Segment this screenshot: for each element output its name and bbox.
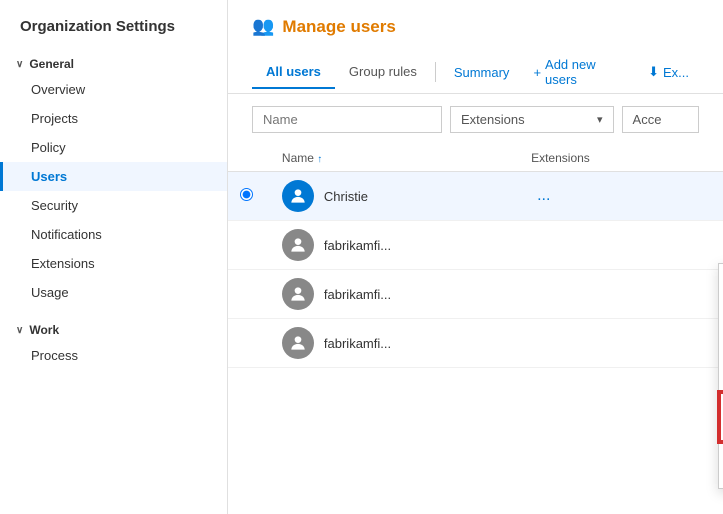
context-menu: ✏Change access level✏Manage projects✏Man… bbox=[718, 263, 723, 489]
col-name-label: Name bbox=[282, 151, 314, 165]
main-content: 👥 Manage users All usersGroup rules Summ… bbox=[228, 0, 723, 514]
sidebar-item-overview[interactable]: Overview bbox=[0, 75, 227, 104]
access-filter[interactable]: Acce bbox=[622, 106, 699, 133]
col-name-header[interactable]: Name ↑ bbox=[270, 145, 519, 172]
user-name: Christie bbox=[324, 189, 368, 204]
menu-item-change-access[interactable]: ✏Change access level bbox=[719, 264, 723, 296]
sidebar-item-users[interactable]: Users bbox=[0, 162, 227, 191]
avatar bbox=[282, 278, 314, 310]
col-extensions-label: Extensions bbox=[531, 151, 590, 165]
manage-users-icon: 👥 bbox=[252, 16, 274, 37]
filters-row: Extensions ▾ Acce bbox=[228, 94, 723, 145]
col-radio bbox=[228, 145, 270, 172]
col-extensions-header: Extensions bbox=[519, 145, 723, 172]
extensions-filter[interactable]: Extensions ▾ bbox=[450, 106, 614, 133]
sidebar-item-security[interactable]: Security bbox=[0, 191, 227, 220]
page-header-title-row: 👥 Manage users bbox=[252, 16, 699, 37]
chevron-icon: ∨ bbox=[16, 59, 23, 70]
row-actions-button[interactable]: ... bbox=[531, 185, 556, 206]
table-row: Christie... bbox=[228, 172, 723, 221]
sidebar-item-usage[interactable]: Usage bbox=[0, 278, 227, 307]
menu-item-resend-invite[interactable]: ➤Resend invite bbox=[719, 360, 723, 392]
users-table-container: Name ↑ Extensions Christie... fabrikamfi.… bbox=[228, 145, 723, 514]
user-name: fabrikamfi... bbox=[324, 238, 391, 253]
sidebar-item-process[interactable]: Process bbox=[0, 341, 227, 370]
sidebar-item-policy[interactable]: Policy bbox=[0, 133, 227, 162]
table-row: fabrikamfi... bbox=[228, 319, 723, 368]
name-filter-input[interactable] bbox=[252, 106, 442, 133]
tab-separator bbox=[435, 62, 436, 82]
chevron-icon: ∨ bbox=[16, 325, 23, 336]
row-radio[interactable] bbox=[240, 188, 253, 201]
menu-item-manage-extensions[interactable]: ✏Manage extensions bbox=[719, 328, 723, 360]
sidebar-item-projects[interactable]: Projects bbox=[0, 104, 227, 133]
table-row: fabrikamfi... bbox=[228, 270, 723, 319]
export-icon: ⬇ bbox=[648, 64, 659, 80]
avatar bbox=[282, 229, 314, 261]
access-filter-label: Acce bbox=[633, 112, 662, 127]
sidebar-item-notifications[interactable]: Notifications bbox=[0, 220, 227, 249]
sidebar: Organization Settings ∨GeneralOverviewPr… bbox=[0, 0, 228, 514]
user-name: fabrikamfi... bbox=[324, 336, 391, 351]
sidebar-item-extensions[interactable]: Extensions bbox=[0, 249, 227, 278]
tab-all-users[interactable]: All users bbox=[252, 56, 335, 89]
table-row: fabrikamfi... bbox=[228, 221, 723, 270]
sidebar-section-general[interactable]: ∨General bbox=[0, 49, 227, 75]
tab-action-summary[interactable]: Summary bbox=[444, 59, 520, 86]
tab-action-export[interactable]: ⬇ Ex... bbox=[638, 58, 699, 86]
tabs-row: All usersGroup rules Summary+ Add new us… bbox=[228, 51, 723, 94]
user-name: fabrikamfi... bbox=[324, 287, 391, 302]
menu-item-remove-direct[interactable]: ✕Remove direct assignments bbox=[719, 442, 723, 488]
page-title: Manage users bbox=[282, 17, 395, 37]
sidebar-section-work[interactable]: ∨Work bbox=[0, 315, 227, 341]
tab-group-rules[interactable]: Group rules bbox=[335, 56, 431, 89]
avatar bbox=[282, 180, 314, 212]
extensions-filter-label: Extensions bbox=[461, 112, 525, 127]
menu-item-manage-projects[interactable]: ✏Manage projects bbox=[719, 296, 723, 328]
sort-asc-icon: ↑ bbox=[317, 154, 322, 165]
avatar bbox=[282, 327, 314, 359]
tab-action-add-new-users[interactable]: + Add new users bbox=[523, 51, 634, 93]
chevron-down-icon: ▾ bbox=[597, 113, 603, 126]
sidebar-title: Organization Settings bbox=[0, 0, 227, 49]
add-new-users-icon: + bbox=[533, 65, 541, 80]
menu-item-remove-from-org[interactable]: ✕Remove from organization bbox=[719, 392, 723, 442]
users-table: Name ↑ Extensions Christie... fabrikamfi.… bbox=[228, 145, 723, 368]
page-header: 👥 Manage users bbox=[228, 0, 723, 51]
